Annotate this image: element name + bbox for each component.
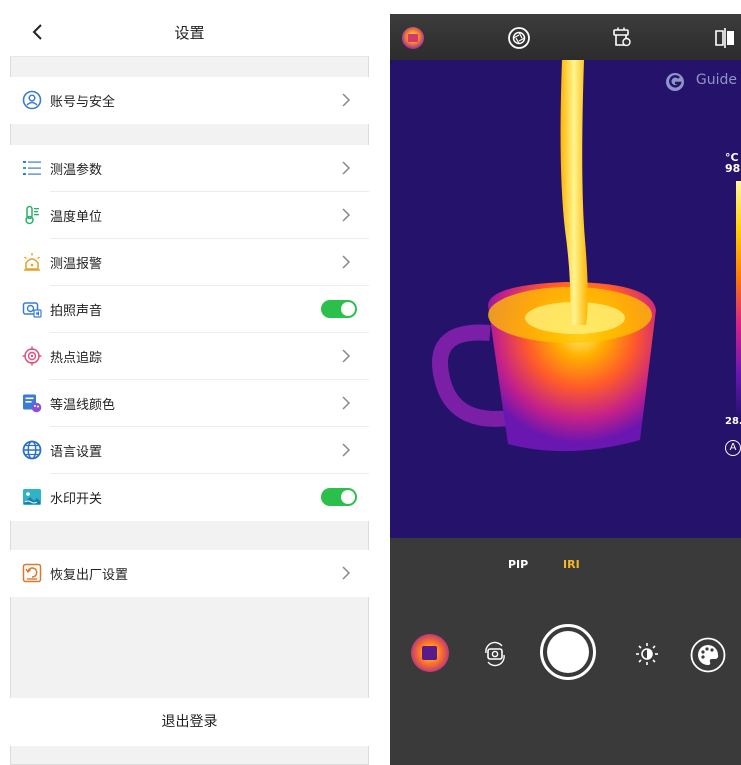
settings-row-temperature-unit[interactable]: 温度单位 — [10, 192, 369, 239]
settings-row-label: 热点追踪 — [50, 351, 103, 366]
temperature-color-scale — [736, 181, 741, 421]
factory-reset-icon — [22, 563, 42, 583]
thermal-viewfinder[interactable]: Guide °C 98. 28. A — [390, 60, 741, 538]
settings-row-isotherm-color[interactable]: 等温线颜色 — [10, 380, 369, 427]
settings-row-label: 温度单位 — [50, 210, 103, 225]
brand-logo-text: Guide — [695, 72, 737, 88]
logout-button[interactable]: 退出登录 — [10, 698, 369, 746]
settings-row-camera-sound: 拍照声音 — [10, 286, 369, 333]
camera-bottom-panel: PIP IRI — [390, 538, 741, 765]
isotherm-color-icon — [23, 394, 42, 413]
flip-mirror-icon[interactable] — [712, 25, 738, 51]
watermark-image-icon — [23, 489, 41, 505]
gallery-thumbnail[interactable] — [410, 633, 450, 673]
settings-row-watermark: 水印开关 — [10, 474, 369, 521]
settings-row-label: 测温报警 — [50, 257, 103, 272]
color-palette-icon[interactable] — [690, 637, 726, 673]
thermal-image — [432, 60, 656, 452]
settings-row-label: 账号与安全 — [50, 95, 116, 110]
settings-screen: 设置 账号与安全 测温参数 温度单位 测温报警 拍照声音 热点追踪 等温线颜色 … — [10, 10, 369, 765]
watermark-toggle[interactable] — [321, 488, 357, 506]
account-security-icon — [22, 90, 42, 110]
hotspot-target-icon — [22, 346, 42, 366]
mode-iri[interactable]: IRI — [563, 558, 580, 571]
thermometer-icon — [25, 205, 39, 225]
camera-screen: Guide °C 98. 28. A PIP IRI — [390, 14, 741, 765]
chevron-right-icon — [342, 443, 351, 457]
camera-top-bar — [390, 14, 741, 60]
settings-row-label: 水印开关 — [50, 492, 103, 507]
shutter-button[interactable] — [540, 624, 596, 680]
settings-row-parameters[interactable]: 测温参数 — [10, 145, 369, 192]
settings-row-factory-reset[interactable]: 恢复出厂设置 — [10, 550, 369, 597]
settings-row-label: 拍照声音 — [50, 304, 103, 319]
page-title: 设置 — [174, 24, 205, 42]
brightness-icon[interactable] — [634, 641, 660, 667]
auto-range-badge[interactable]: A — [725, 440, 741, 456]
chevron-right-icon — [342, 349, 351, 363]
globe-icon — [22, 440, 42, 460]
parameters-icon — [23, 161, 41, 175]
chevron-right-icon — [342, 161, 351, 175]
settings-row-label: 语言设置 — [50, 445, 103, 460]
settings-row-alarm[interactable]: 测温报警 — [10, 239, 369, 286]
camera-sound-icon — [22, 302, 42, 318]
palette-preview-icon[interactable] — [400, 25, 426, 51]
camera-sound-toggle[interactable] — [321, 300, 357, 318]
settings-header: 设置 — [10, 10, 369, 57]
scale-max-value: 98. — [725, 162, 741, 175]
chevron-right-icon — [342, 566, 351, 580]
alarm-icon — [24, 253, 40, 271]
chevron-right-icon — [342, 93, 351, 107]
settings-row-label: 恢复出厂设置 — [50, 568, 129, 583]
temperature-scale-labels: °C 98. — [725, 152, 741, 174]
scale-min-value: 28. — [725, 416, 741, 427]
device-settings-icon[interactable] — [609, 25, 635, 51]
settings-row-label: 测温参数 — [50, 163, 103, 178]
guide-logo-icon — [666, 73, 684, 91]
chevron-right-icon — [342, 208, 351, 222]
chevron-right-icon — [342, 396, 351, 410]
settings-row-language[interactable]: 语言设置 — [10, 427, 369, 474]
settings-row-label: 等温线颜色 — [50, 398, 116, 413]
aperture-icon[interactable] — [506, 25, 532, 51]
settings-row-account[interactable]: 账号与安全 — [10, 77, 369, 124]
settings-row-hotspot-tracking[interactable]: 热点追踪 — [10, 333, 369, 380]
mode-pip[interactable]: PIP — [508, 558, 528, 571]
chevron-right-icon — [342, 255, 351, 269]
switch-camera-icon[interactable] — [482, 641, 508, 667]
